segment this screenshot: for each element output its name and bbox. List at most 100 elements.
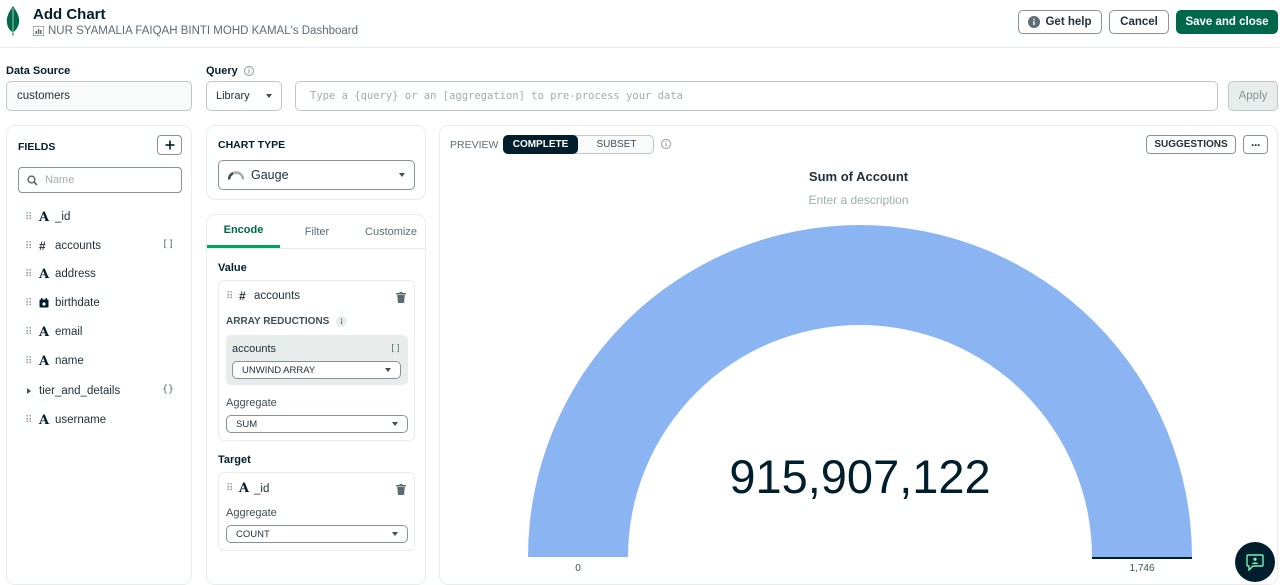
dashboard-breadcrumb[interactable]: NUR SYAMALIA FAIQAH BINTI MOHD KAMAL's D… xyxy=(33,25,358,37)
target-channel-card: ⠿ A _id Aggregate COUNT xyxy=(218,472,415,551)
gauge-value-label: 915,907,122 xyxy=(729,450,990,503)
field-search-input[interactable]: Name xyxy=(18,167,182,193)
value-field-name: accounts xyxy=(254,290,301,302)
value-channel-card: ⠿ # accounts ARRAY REDUCTIONS accounts [… xyxy=(218,280,415,441)
drag-handle-icon[interactable]: ⠿ xyxy=(226,483,234,494)
drag-handle-icon[interactable]: ⠿ xyxy=(25,212,33,223)
array-reduction-dropdown[interactable]: UNWIND ARRAY xyxy=(232,361,401,379)
field-name: email xyxy=(55,326,83,338)
value-aggregate-value: SUM xyxy=(236,418,258,430)
value-aggregate-dropdown[interactable]: SUM xyxy=(226,415,408,433)
number-type-icon: # xyxy=(239,289,246,303)
page-title: Add Chart xyxy=(33,6,106,23)
query-input[interactable]: Type a {query} or an [aggregation] to pr… xyxy=(295,81,1218,111)
string-type-icon: A xyxy=(39,353,50,369)
reduction-field-name: accounts xyxy=(232,343,277,355)
save-and-close-button[interactable]: Save and close xyxy=(1176,10,1278,34)
target-aggregate-value: COUNT xyxy=(236,528,270,540)
gauge-icon xyxy=(228,170,244,180)
drag-handle-icon[interactable]: ⠿ xyxy=(25,241,33,252)
data-source-field[interactable]: customers xyxy=(6,81,192,111)
string-type-icon: A xyxy=(39,209,50,225)
chat-icon xyxy=(1246,553,1264,571)
number-type-icon: # xyxy=(39,239,46,253)
gauge-fill-arc xyxy=(528,225,1192,557)
chart-type-panel: CHART TYPE Gauge xyxy=(206,125,426,200)
caret-right-icon[interactable] xyxy=(25,387,33,395)
field-search-placeholder: Name xyxy=(45,174,75,186)
target-aggregate-dropdown[interactable]: COUNT xyxy=(226,525,408,543)
array-reduction-box: accounts [] UNWIND ARRAY xyxy=(226,335,408,385)
info-icon[interactable] xyxy=(336,316,348,327)
trash-icon[interactable] xyxy=(396,484,406,495)
add-field-button[interactable] xyxy=(157,135,182,155)
calendar-icon xyxy=(39,298,49,308)
tab-filter-label: Filter xyxy=(304,225,330,238)
field-item-birthdate[interactable]: ⠿ birthdate xyxy=(25,294,100,312)
cancel-button[interactable]: Cancel xyxy=(1109,10,1169,34)
array-reduction-value: UNWIND ARRAY xyxy=(242,364,316,376)
query-placeholder: Type a {query} or an [aggregation] to pr… xyxy=(310,90,683,102)
data-source-value: customers xyxy=(17,90,71,102)
tab-filter[interactable]: Filter xyxy=(283,215,351,248)
aggregate-label: Aggregate xyxy=(226,397,277,409)
field-item-email[interactable]: ⠿ A email xyxy=(25,323,82,341)
field-item-username[interactable]: ⠿ A username xyxy=(25,411,106,429)
drag-handle-icon[interactable]: ⠿ xyxy=(25,298,33,309)
info-icon xyxy=(1028,16,1041,28)
search-icon xyxy=(27,174,38,186)
field-name: tier_and_details xyxy=(39,385,121,397)
mongodb-leaf-icon xyxy=(6,6,20,36)
tab-customize[interactable]: Customize xyxy=(355,215,427,248)
string-type-icon: A xyxy=(239,481,250,496)
array-type-badge: [] xyxy=(161,239,174,250)
drag-handle-icon[interactable]: ⠿ xyxy=(25,415,33,426)
gauge-min-label: 0 xyxy=(575,563,581,574)
feedback-button[interactable] xyxy=(1235,542,1275,582)
target-field-name: _id xyxy=(254,482,270,495)
value-channel-label: Value xyxy=(218,262,247,274)
field-name: name xyxy=(55,355,84,367)
string-type-icon: A xyxy=(39,412,50,428)
dashboard-icon xyxy=(33,26,44,36)
tab-encode[interactable]: Encode xyxy=(207,215,280,248)
query-label-text: Query xyxy=(206,65,238,77)
field-item-name[interactable]: ⠿ A name xyxy=(25,352,84,370)
target-channel-label: Target xyxy=(218,454,251,466)
drag-handle-icon[interactable]: ⠿ xyxy=(226,291,234,302)
field-name: username xyxy=(55,414,107,426)
drag-handle-icon[interactable]: ⠿ xyxy=(25,356,33,367)
field-name: accounts xyxy=(55,240,102,252)
drag-handle-icon[interactable]: ⠿ xyxy=(25,327,33,338)
drag-handle-icon[interactable]: ⠿ xyxy=(25,269,33,280)
query-info-icon[interactable] xyxy=(243,66,254,76)
fields-panel: FIELDS Name ⠿ A _id ⠿ # accounts [] ⠿ A … xyxy=(6,125,192,585)
string-type-icon: A xyxy=(39,266,50,282)
field-item-id[interactable]: ⠿ A _id xyxy=(25,208,70,226)
chart-type-label: CHART TYPE xyxy=(218,139,286,151)
library-dropdown[interactable]: Library xyxy=(206,81,282,111)
field-name: birthdate xyxy=(55,297,100,309)
dashboard-name: NUR SYAMALIA FAIQAH BINTI MOHD KAMAL's D… xyxy=(48,25,359,37)
tab-encode-label: Encode xyxy=(223,224,264,236)
object-type-badge: {} xyxy=(161,384,174,395)
chart-type-dropdown[interactable]: Gauge xyxy=(218,160,415,190)
field-item-tier-and-details[interactable]: tier_and_details xyxy=(25,382,120,400)
field-item-accounts[interactable]: ⠿ # accounts xyxy=(25,237,101,255)
get-help-label: Get help xyxy=(1045,16,1092,28)
query-label: Query xyxy=(206,65,254,77)
header: Add Chart NUR SYAMALIA FAIQAH BINTI MOHD… xyxy=(0,0,1280,48)
trash-icon[interactable] xyxy=(396,292,406,303)
field-name: address xyxy=(55,268,96,280)
field-item-address[interactable]: ⠿ A address xyxy=(25,265,96,283)
chevron-down-icon xyxy=(385,368,391,372)
target-field-pill[interactable]: ⠿ A _id xyxy=(226,481,269,496)
field-name: _id xyxy=(55,211,71,223)
gauge-chart: 915,907,122 0 1,746 xyxy=(528,225,1192,574)
get-help-button[interactable]: Get help xyxy=(1018,10,1102,34)
apply-button[interactable]: Apply xyxy=(1228,81,1278,111)
array-reductions-heading: ARRAY REDUCTIONS xyxy=(226,316,348,327)
value-field-pill[interactable]: ⠿ # accounts xyxy=(226,289,300,303)
chevron-down-icon xyxy=(392,422,398,426)
chevron-down-icon xyxy=(392,532,398,536)
